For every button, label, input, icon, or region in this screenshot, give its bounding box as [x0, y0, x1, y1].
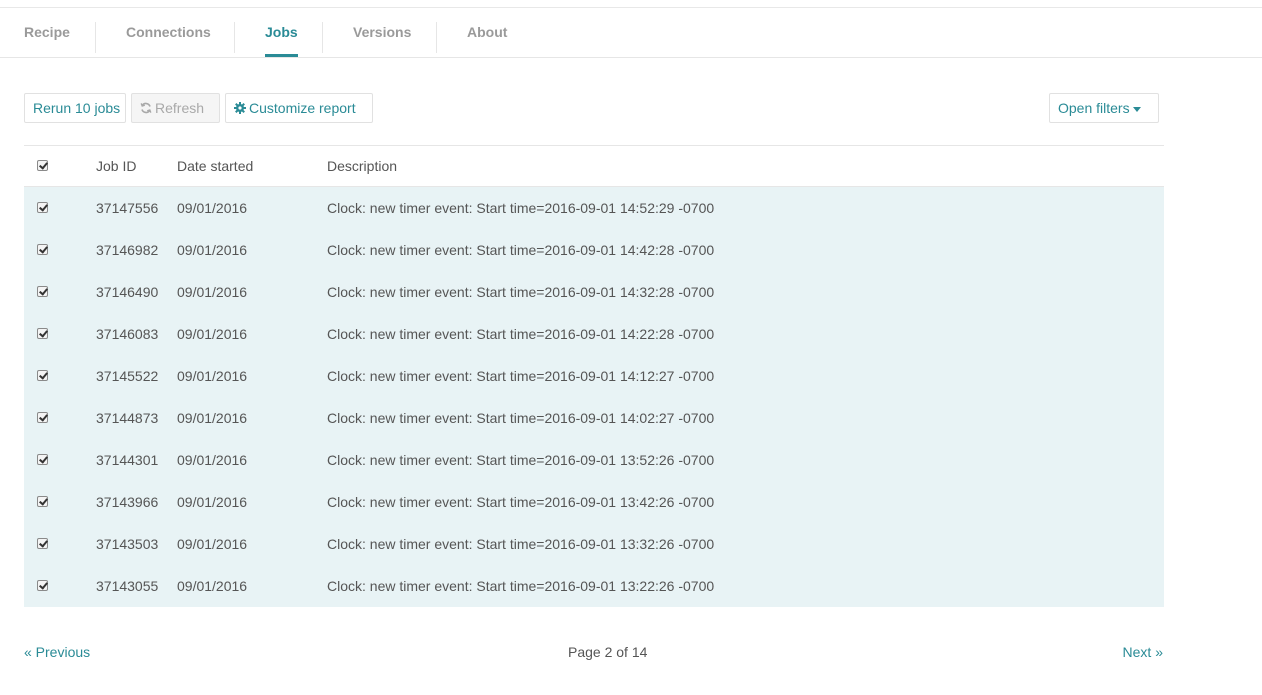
- job-id-cell: 37146083: [96, 326, 159, 342]
- row-checkbox[interactable]: [37, 328, 48, 340]
- description-cell: Clock: new timer event: Start time=2016-…: [327, 410, 715, 426]
- description-cell: Clock: new timer event: Start time=2016-…: [327, 578, 715, 594]
- description-cell: Clock: new timer event: Start time=2016-…: [327, 200, 715, 216]
- job-id-cell: 37143966: [96, 494, 159, 510]
- refresh-label: Refresh: [155, 100, 205, 116]
- table-row[interactable]: 37143966 09/01/2016 Clock: new timer eve…: [24, 481, 1164, 523]
- previous-page-link[interactable]: « Previous: [24, 643, 90, 661]
- job-id-cell: 37145522: [96, 368, 159, 384]
- customize-report-label: Customize report: [249, 100, 356, 116]
- job-id-cell: 37143503: [96, 536, 159, 552]
- next-page-link[interactable]: Next »: [1123, 643, 1163, 661]
- tab-divider: [436, 22, 437, 53]
- open-filters-label: Open filters: [1058, 100, 1130, 116]
- job-id-cell: 37144301: [96, 452, 159, 468]
- row-checkbox-cell: [37, 271, 48, 313]
- tab-recipe[interactable]: Recipe: [24, 8, 70, 57]
- table-row[interactable]: 37146083 09/01/2016 Clock: new timer eve…: [24, 313, 1164, 355]
- description-cell: Clock: new timer event: Start time=2016-…: [327, 368, 715, 384]
- row-checkbox[interactable]: [37, 454, 48, 466]
- row-checkbox-cell: [37, 565, 48, 607]
- row-checkbox-cell: [37, 439, 48, 481]
- description-cell: Clock: new timer event: Start time=2016-…: [327, 494, 715, 510]
- date-started-cell: 09/01/2016: [177, 200, 248, 216]
- row-checkbox[interactable]: [37, 244, 48, 256]
- row-checkbox[interactable]: [37, 580, 48, 592]
- job-id-cell: 37146982: [96, 242, 159, 258]
- tab-about[interactable]: About: [467, 8, 507, 57]
- row-checkbox-cell: [37, 355, 48, 397]
- table-header: Job ID Date started Description: [24, 145, 1164, 187]
- row-checkbox-cell: [37, 229, 48, 271]
- date-started-cell: 09/01/2016: [177, 284, 248, 300]
- header-checkbox-cell: [37, 146, 48, 186]
- table-row[interactable]: 37146982 09/01/2016 Clock: new timer eve…: [24, 229, 1164, 271]
- table-row[interactable]: 37143055 09/01/2016 Clock: new timer eve…: [24, 565, 1164, 607]
- date-started-cell: 09/01/2016: [177, 368, 248, 384]
- row-checkbox[interactable]: [37, 202, 48, 214]
- customize-report-button[interactable]: Customize report: [225, 93, 373, 123]
- table-row[interactable]: 37143503 09/01/2016 Clock: new timer eve…: [24, 523, 1164, 565]
- column-header-job-id[interactable]: Job ID: [96, 146, 136, 186]
- gear-icon: [234, 95, 246, 123]
- date-started-cell: 09/01/2016: [177, 578, 248, 594]
- row-checkbox[interactable]: [37, 412, 48, 424]
- date-started-cell: 09/01/2016: [177, 410, 248, 426]
- description-cell: Clock: new timer event: Start time=2016-…: [327, 536, 715, 552]
- row-checkbox[interactable]: [37, 496, 48, 508]
- row-checkbox[interactable]: [37, 538, 48, 550]
- tab-divider: [322, 22, 323, 53]
- date-started-cell: 09/01/2016: [177, 536, 248, 552]
- caret-down-icon: [1132, 106, 1141, 112]
- tab-divider: [95, 22, 96, 53]
- page-info: Page 2 of 14: [568, 644, 648, 660]
- tab-divider: [234, 22, 235, 53]
- row-checkbox-cell: [37, 481, 48, 523]
- row-checkbox-cell: [37, 187, 48, 229]
- tab-jobs[interactable]: Jobs: [265, 8, 298, 57]
- row-checkbox-cell: [37, 523, 48, 565]
- refresh-icon: [140, 95, 152, 123]
- row-checkbox[interactable]: [37, 370, 48, 382]
- description-cell: Clock: new timer event: Start time=2016-…: [327, 326, 715, 342]
- column-header-date-started[interactable]: Date started: [177, 146, 253, 186]
- description-cell: Clock: new timer event: Start time=2016-…: [327, 242, 715, 258]
- tab-versions[interactable]: Versions: [353, 8, 411, 57]
- date-started-cell: 09/01/2016: [177, 326, 248, 342]
- date-started-cell: 09/01/2016: [177, 494, 248, 510]
- row-checkbox[interactable]: [37, 286, 48, 298]
- table-row[interactable]: 37146490 09/01/2016 Clock: new timer eve…: [24, 271, 1164, 313]
- job-id-cell: 37146490: [96, 284, 159, 300]
- rerun-jobs-button[interactable]: Rerun 10 jobs: [24, 93, 126, 123]
- table-row[interactable]: 37145522 09/01/2016 Clock: new timer eve…: [24, 355, 1164, 397]
- open-filters-button[interactable]: Open filters: [1049, 93, 1159, 123]
- job-id-cell: 37143055: [96, 578, 159, 594]
- refresh-button[interactable]: Refresh: [131, 93, 220, 123]
- row-checkbox-cell: [37, 397, 48, 439]
- row-checkbox-cell: [37, 313, 48, 355]
- job-id-cell: 37147556: [96, 200, 159, 216]
- date-started-cell: 09/01/2016: [177, 452, 248, 468]
- tab-bar: Recipe Connections Jobs Versions About: [0, 8, 1262, 58]
- description-cell: Clock: new timer event: Start time=2016-…: [327, 452, 715, 468]
- table-row[interactable]: 37147556 09/01/2016 Clock: new timer eve…: [24, 187, 1164, 229]
- job-id-cell: 37144873: [96, 410, 159, 426]
- rerun-jobs-label: Rerun 10 jobs: [33, 100, 121, 116]
- jobs-table: Job ID Date started Description 37147556…: [24, 145, 1164, 607]
- active-tab-indicator: [265, 54, 298, 57]
- table-row[interactable]: 37144873 09/01/2016 Clock: new timer eve…: [24, 397, 1164, 439]
- table-row[interactable]: 37144301 09/01/2016 Clock: new timer eve…: [24, 439, 1164, 481]
- column-header-description[interactable]: Description: [327, 146, 397, 186]
- description-cell: Clock: new timer event: Start time=2016-…: [327, 284, 715, 300]
- date-started-cell: 09/01/2016: [177, 242, 248, 258]
- select-all-checkbox[interactable]: [37, 160, 48, 172]
- tab-connections[interactable]: Connections: [126, 8, 211, 57]
